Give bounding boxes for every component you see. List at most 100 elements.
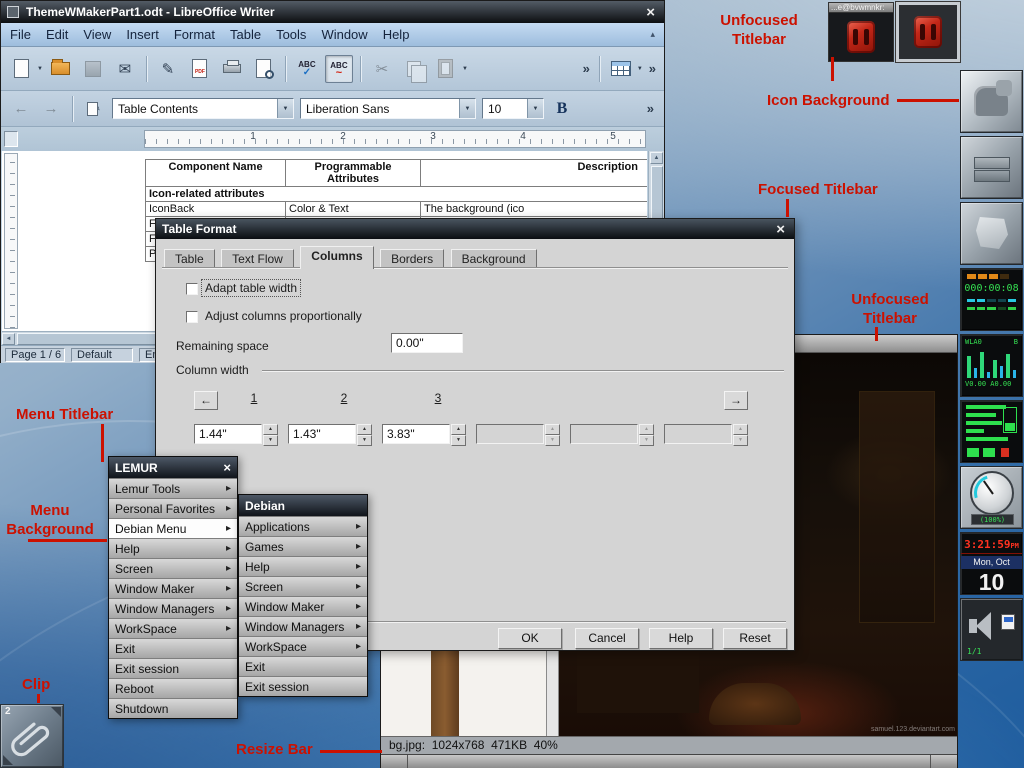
debian-menu-titlebar[interactable]: Debian <box>239 495 367 516</box>
cancel-button[interactable]: Cancel <box>575 628 639 649</box>
debian-item-games[interactable]: Games▸ <box>239 536 367 556</box>
cut-button[interactable]: ✂ <box>368 55 396 83</box>
scroll-left-icon[interactable]: ◄ <box>2 333 15 345</box>
toolbar-overflow-icon-2[interactable]: » <box>647 61 658 76</box>
menu-table[interactable]: Table <box>230 27 261 42</box>
column-width-field-2[interactable]: 1.43" ▲▼ <box>288 424 372 444</box>
menu-item-window-managers[interactable]: Window Managers▸ <box>109 598 237 618</box>
writer-close-icon[interactable]: × <box>643 4 658 21</box>
column-width-field-1[interactable]: 1.44" ▲▼ <box>194 424 278 444</box>
red-switch-icon[interactable] <box>914 16 942 48</box>
menu-item-help[interactable]: Help▸ <box>109 538 237 558</box>
debian-item-screen[interactable]: Screen▸ <box>239 576 367 596</box>
dockapp-network-monitor[interactable]: 000:00:08 <box>960 268 1023 331</box>
scroll-up-icon[interactable]: ▲ <box>650 152 663 164</box>
menu-item-screen[interactable]: Screen▸ <box>109 558 237 578</box>
debian-item-window-managers[interactable]: Window Managers▸ <box>239 616 367 636</box>
menu-insert[interactable]: Insert <box>126 27 159 42</box>
dock-icon-drawer[interactable] <box>960 136 1023 199</box>
bold-button[interactable]: B <box>550 97 574 121</box>
column-width-value-3[interactable]: 3.83" <box>382 424 450 444</box>
viewer-resize-bar[interactable] <box>381 754 957 768</box>
paste-dropdown-icon[interactable]: ▼ <box>462 66 468 72</box>
menu-view[interactable]: View <box>83 27 111 42</box>
toolbar-overflow-icon[interactable]: » <box>581 61 592 76</box>
menu-item-personal-favorites[interactable]: Personal Favorites▸ <box>109 498 237 518</box>
copy-button[interactable] <box>400 55 428 83</box>
red-switch-icon[interactable] <box>847 21 875 53</box>
style-dropdown-icon[interactable]: ▼ <box>277 99 293 118</box>
menu-format[interactable]: Format <box>174 27 215 42</box>
forward-button[interactable]: → <box>39 97 63 121</box>
menu-item-window-maker[interactable]: Window Maker▸ <box>109 578 237 598</box>
menu-item-lemur-tools[interactable]: Lemur Tools▸ <box>109 478 237 498</box>
print-button[interactable] <box>218 55 246 83</box>
debian-item-exit[interactable]: Exit <box>239 656 367 676</box>
tab-text-flow[interactable]: Text Flow <box>221 249 294 269</box>
menu-edit[interactable]: Edit <box>46 27 68 42</box>
menu-help[interactable]: Help <box>383 27 410 42</box>
ok-button[interactable]: OK <box>498 628 562 649</box>
resize-grip-right[interactable] <box>930 755 957 768</box>
debian-item-exit-session[interactable]: Exit session <box>239 676 367 696</box>
menu-item-exit-session[interactable]: Exit session <box>109 658 237 678</box>
spin-down-icon[interactable]: ▼ <box>357 435 372 446</box>
menu-item-workspace[interactable]: WorkSpace▸ <box>109 618 237 638</box>
adapt-table-width-label[interactable]: Adapt table width <box>202 280 300 296</box>
dockapp-clock-calendar[interactable]: 3:21:59PM Mon, Oct 10 <box>960 532 1023 595</box>
page-style-status[interactable]: Default <box>71 348 133 362</box>
dockapp-volume[interactable]: 1/1 <box>960 598 1023 661</box>
debian-item-help[interactable]: Help▸ <box>239 556 367 576</box>
debian-item-workspace[interactable]: WorkSpace▸ <box>239 636 367 656</box>
tab-type-selector[interactable] <box>4 131 18 147</box>
menu-file[interactable]: File <box>10 27 31 42</box>
clip-next-arrow-icon[interactable] <box>51 707 61 717</box>
new-document-button[interactable] <box>7 55 35 83</box>
debian-item-applications[interactable]: Applications▸ <box>239 516 367 536</box>
tab-columns[interactable]: Columns <box>300 246 373 269</box>
paragraph-style-combo[interactable]: Table Contents ▼ <box>112 98 294 119</box>
tab-table[interactable]: Table <box>164 249 215 269</box>
dock-icon-paper[interactable] <box>960 202 1023 265</box>
tab-borders[interactable]: Borders <box>380 249 444 269</box>
print-preview-button[interactable] <box>250 55 278 83</box>
menu-item-debian-menu[interactable]: Debian Menu▸ <box>109 518 237 538</box>
switch-dockapp-window-1[interactable]: ...e@bvwmnkr: <box>828 2 894 63</box>
spin-up-icon[interactable]: ▲ <box>451 424 466 435</box>
font-name-combo[interactable]: Liberation Sans ▼ <box>300 98 476 119</box>
column-width-value-1[interactable]: 1.44" <box>194 424 262 444</box>
writer-titlebar[interactable]: ThemeWMakerPart1.odt - LibreOffice Write… <box>1 1 664 23</box>
dock-icon-highlighted[interactable] <box>960 70 1023 133</box>
size-dropdown-icon[interactable]: ▼ <box>527 99 543 118</box>
menu-window[interactable]: Window <box>321 27 367 42</box>
dialog-focused-titlebar[interactable]: Table Format × <box>156 219 794 239</box>
page-number-status[interactable]: Page 1 / 6 <box>5 348 65 362</box>
dialog-close-icon[interactable]: × <box>773 221 788 238</box>
edit-file-button[interactable]: ✎ <box>154 55 182 83</box>
lemur-menu-titlebar[interactable]: LEMUR × <box>109 457 237 478</box>
reset-button[interactable]: Reset <box>723 628 787 649</box>
adapt-table-width-checkbox[interactable] <box>186 283 198 295</box>
menu-close-icon[interactable]: × <box>223 460 231 475</box>
menu-item-exit[interactable]: Exit <box>109 638 237 658</box>
menubar-scroll-up-icon[interactable]: ▴ <box>650 29 655 40</box>
spellcheck-button[interactable]: ABC✓ <box>293 55 321 83</box>
menu-item-shutdown[interactable]: Shutdown <box>109 698 237 718</box>
dockapp-unfocused-titlebar[interactable]: ...e@bvwmnkr: <box>828 2 894 13</box>
spin-down-icon[interactable]: ▼ <box>263 435 278 446</box>
spin-down-icon[interactable]: ▼ <box>451 435 466 446</box>
debian-item-window-maker[interactable]: Window Maker▸ <box>239 596 367 616</box>
switch-dockapp-window-2[interactable] <box>896 2 960 62</box>
dockapp-gauge[interactable]: (100%) <box>960 466 1023 529</box>
open-button[interactable] <box>47 55 75 83</box>
help-button[interactable]: Help <box>649 628 713 649</box>
remaining-space-field[interactable]: 0.00" <box>391 333 463 353</box>
column-scroll-right-button[interactable]: → <box>724 391 748 410</box>
adjust-columns-label[interactable]: Adjust columns proportionally <box>202 308 365 324</box>
insert-table-button[interactable] <box>607 55 635 83</box>
menu-tools[interactable]: Tools <box>276 27 306 42</box>
workspace-clip[interactable]: 2 <box>0 704 64 768</box>
resize-grip-left[interactable] <box>381 755 408 768</box>
formatbar-overflow-icon[interactable]: » <box>645 101 656 116</box>
horizontal-ruler[interactable]: 1 2 3 4 5 <box>1 127 664 151</box>
